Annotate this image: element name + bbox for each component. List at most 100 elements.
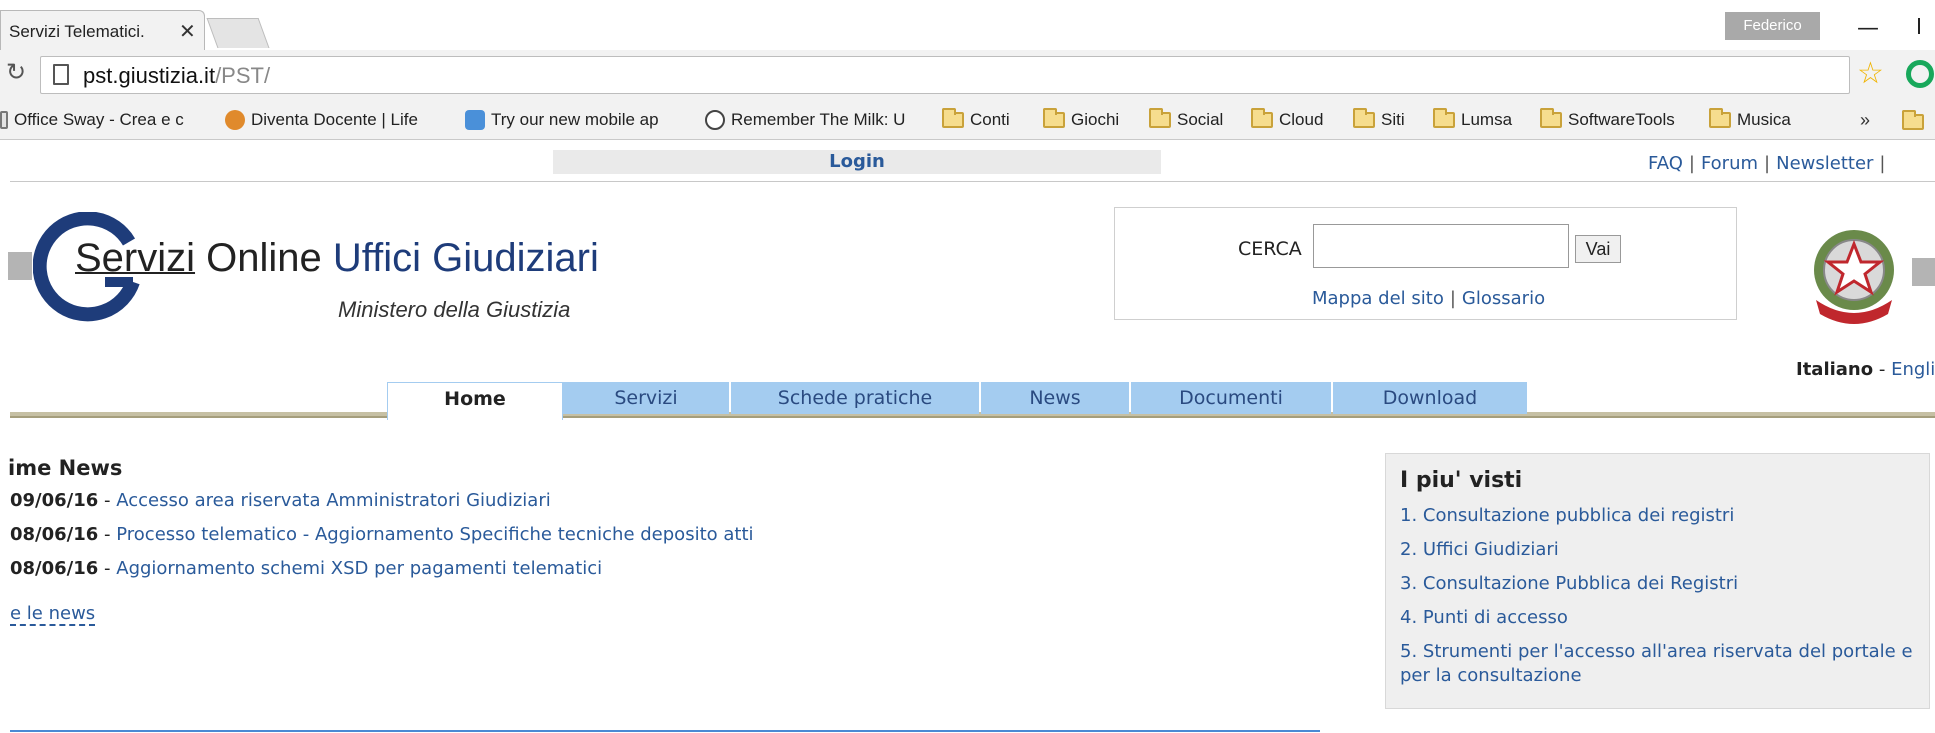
maximize-icon[interactable] — [1918, 18, 1920, 34]
news-dash: - — [98, 558, 117, 579]
bookmark-label: Try our new mobile ap — [491, 110, 659, 129]
tab-schede-pratiche[interactable]: Schede pratiche — [731, 382, 979, 414]
login-link[interactable]: Login — [553, 150, 1161, 174]
news-list: 09/06/16 - Accesso area riservata Ammini… — [10, 490, 754, 592]
browser-tab[interactable]: Servizi Telematici. ✕ — [0, 10, 205, 50]
tab-strip: Servizi Telematici. ✕ Federico — — [0, 0, 1935, 50]
language-separator: - — [1873, 359, 1892, 380]
newsletter-link[interactable]: Newsletter — [1776, 153, 1873, 174]
separator: | — [1688, 153, 1695, 174]
tab-close-icon[interactable]: ✕ — [179, 19, 196, 43]
news-link[interactable]: Accesso area riservata Amministratori Gi… — [116, 490, 550, 511]
faq-link[interactable]: FAQ — [1648, 153, 1683, 174]
toolbar: ↻ pst.giustizia.it/PST/ ☆ — [0, 52, 1935, 98]
decorative-bar — [1912, 258, 1935, 286]
bookmark-folder-musica[interactable]: Musica — [1709, 108, 1791, 130]
news-heading: ime News — [8, 456, 123, 480]
most-viewed-item[interactable]: 2. Uffici Giudiziari — [1400, 538, 1920, 562]
all-news-link[interactable]: e le news — [10, 604, 96, 626]
republic-emblem-icon — [1814, 230, 1894, 324]
url-path: /PST/ — [215, 63, 271, 88]
folder-icon — [1149, 108, 1171, 128]
cow-icon — [705, 110, 725, 130]
tab-title: Servizi Telematici. — [9, 22, 145, 41]
bookmark-label: Musica — [1737, 110, 1791, 129]
search-button[interactable]: Vai — [1575, 235, 1621, 263]
language-italian[interactable]: Italiano — [1796, 359, 1873, 380]
tab-download[interactable]: Download — [1333, 382, 1527, 414]
bookmark-item[interactable]: Try our new mobile ap — [465, 110, 681, 130]
app-icon — [465, 110, 485, 130]
site-logo-title[interactable]: Servizi Online Uffici Giudiziari — [75, 236, 599, 281]
news-item: 08/06/16 - Processo telematico - Aggiorn… — [10, 524, 754, 558]
most-viewed-item[interactable]: 5. Strumenti per l'accesso all'area rise… — [1400, 640, 1920, 688]
search-label: CERCA — [1238, 238, 1302, 260]
bookmark-label: Lumsa — [1461, 110, 1513, 129]
tab-servizi[interactable]: Servizi — [563, 382, 729, 414]
news-dash: - — [98, 524, 117, 545]
most-viewed-item[interactable]: 3. Consultazione Pubblica dei Registri — [1400, 572, 1920, 596]
bookmark-folder-softwaretools[interactable]: SoftwareTools — [1540, 108, 1675, 130]
folder-icon — [1540, 108, 1562, 128]
most-viewed-title: I piu' visti — [1400, 468, 1523, 493]
bookmark-label: SoftwareTools — [1568, 110, 1675, 129]
minimize-icon[interactable]: — — [1857, 16, 1879, 41]
search-input[interactable] — [1313, 224, 1569, 268]
bookmark-folder-cloud[interactable]: Cloud — [1251, 108, 1324, 130]
news-item: 09/06/16 - Accesso area riservata Ammini… — [10, 490, 754, 524]
bookmark-folder-giochi[interactable]: Giochi — [1043, 108, 1120, 130]
logo-word-servizi: Servizi — [75, 236, 196, 280]
most-viewed-item[interactable]: 4. Punti di accesso — [1400, 606, 1920, 630]
bookmark-label: Office Sway - Crea e c — [14, 110, 184, 129]
bookmark-label: Social — [1177, 110, 1224, 129]
profile-button[interactable]: Federico — [1725, 12, 1820, 40]
folder-icon — [1251, 108, 1273, 128]
bookmark-label: Cloud — [1279, 110, 1324, 129]
tab-documenti[interactable]: Documenti — [1131, 382, 1331, 414]
reload-icon[interactable]: ↻ — [6, 58, 26, 86]
folder-icon — [1043, 108, 1065, 128]
bookmark-label: Giochi — [1071, 110, 1120, 129]
logo-word-online: Online — [195, 236, 333, 280]
bookmark-label: Remember The Milk: U — [731, 110, 906, 129]
extension-icon[interactable] — [1906, 60, 1934, 88]
separator: | — [1449, 288, 1456, 309]
bookmark-folder-social[interactable]: Social — [1149, 108, 1224, 130]
news-link[interactable]: Processo telematico - Aggiornamento Spec… — [116, 524, 753, 545]
language-english[interactable]: Engli — [1891, 359, 1935, 380]
new-tab-button[interactable] — [206, 18, 270, 48]
bookmarks-overflow-icon[interactable]: » — [1860, 110, 1870, 131]
owl-icon — [225, 110, 245, 130]
folder-icon[interactable] — [1902, 110, 1924, 130]
divider — [10, 181, 1935, 182]
bookmarks-bar: Office Sway - Crea e c Diventa Docente |… — [0, 104, 1935, 138]
tab-home[interactable]: Home — [387, 382, 563, 420]
bookmark-folder-siti[interactable]: Siti — [1353, 108, 1405, 130]
bookmark-folder-lumsa[interactable]: Lumsa — [1433, 108, 1513, 130]
sitemap-link[interactable]: Mappa del sito — [1312, 288, 1444, 309]
bookmark-folder-conti[interactable]: Conti — [942, 108, 1010, 130]
news-link[interactable]: Aggiornamento schemi XSD per pagamenti t… — [116, 558, 602, 579]
office-sway-icon — [0, 111, 8, 129]
news-dash: - — [98, 490, 117, 511]
bookmark-item[interactable]: Office Sway - Crea e c — [0, 110, 192, 130]
separator: | — [1764, 153, 1771, 174]
separator: | — [1879, 153, 1886, 174]
language-switch: Italiano - Engli — [1796, 359, 1935, 380]
forum-link[interactable]: Forum — [1701, 153, 1758, 174]
bookmark-item[interactable]: Remember The Milk: U — [705, 110, 931, 130]
folder-icon — [942, 108, 964, 128]
url-host: pst.giustizia.it — [83, 63, 216, 88]
logo-subtitle: Ministero della Giustizia — [338, 297, 571, 322]
top-links: FAQ | Forum | Newsletter | — [1648, 153, 1892, 174]
divider — [10, 730, 1320, 732]
folder-icon — [1353, 108, 1375, 128]
bookmark-item[interactable]: Diventa Docente | Life — [225, 110, 441, 130]
address-bar[interactable]: pst.giustizia.it/PST/ — [40, 56, 1850, 94]
bookmark-star-icon[interactable]: ☆ — [1857, 56, 1884, 91]
glossary-link[interactable]: Glossario — [1462, 288, 1545, 309]
news-date: 08/06/16 — [10, 558, 99, 579]
page-icon — [53, 64, 69, 85]
tab-news[interactable]: News — [981, 382, 1129, 414]
most-viewed-item[interactable]: 1. Consultazione pubblica dei registri — [1400, 504, 1920, 528]
